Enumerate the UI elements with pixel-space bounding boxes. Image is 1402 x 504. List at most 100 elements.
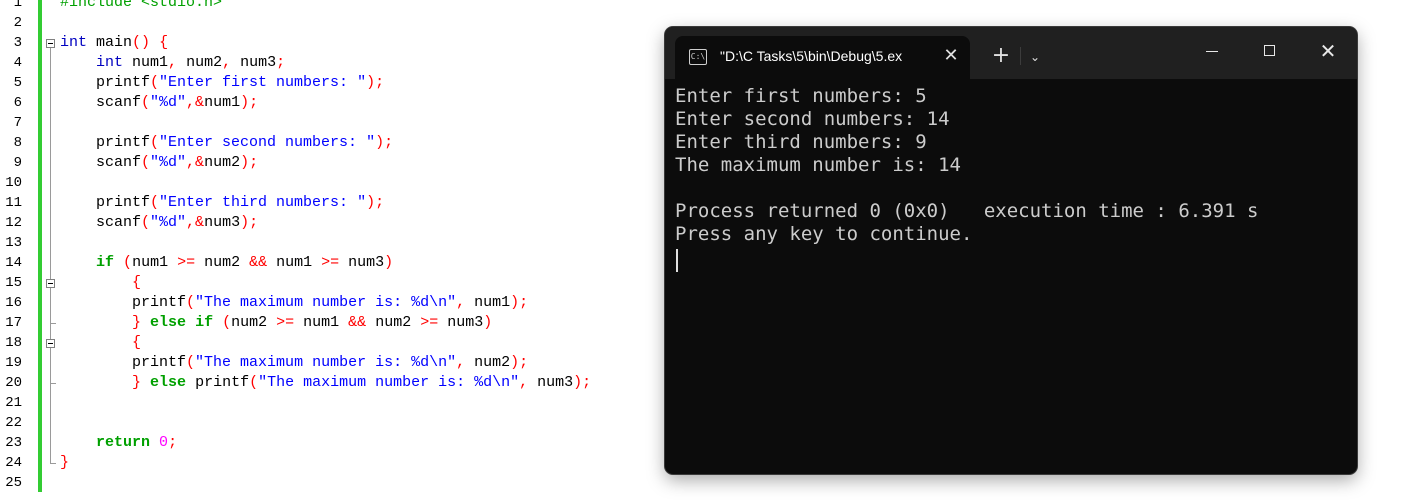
code-token: main [87,34,133,51]
line-number: 6 [13,95,22,111]
code-token: num1 [204,94,241,111]
code-token: ( [141,94,151,111]
code-token: num2 [465,354,511,371]
code-line[interactable]: printf("The maximum number is: %d\n", nu… [60,293,528,313]
code-line[interactable]: int main() { [60,33,168,53]
code-line[interactable]: #include <stdio.h> [60,0,222,13]
code-token: ,& [186,214,205,231]
code-token: ); [240,214,259,231]
fold-toggle-icon[interactable] [46,279,55,288]
code-line[interactable]: printf("Enter third numbers: "); [60,193,384,213]
code-token: , [168,54,178,71]
code-token: ; [168,434,178,451]
text-cursor [676,249,678,272]
code-token: scanf [60,94,142,111]
code-token: "Enter third numbers: " [159,194,367,211]
code-line[interactable]: scanf("%d",&num3); [60,213,258,233]
code-token: () [132,34,151,51]
code-token: scanf [60,214,142,231]
terminal-tab[interactable]: C:\ "D:\C Tasks\5\bin\Debug\5.ex ✕ [675,36,970,79]
fold-guide [50,288,51,323]
code-token: ( [249,374,259,391]
output-line: Enter second numbers: 14 [675,108,950,130]
code-line[interactable]: printf("The maximum number is: %d\n", nu… [60,353,528,373]
code-token: ( [186,354,196,371]
code-token: 0 [159,434,169,451]
code-token: num2 [177,54,223,71]
new-tab-button[interactable]: + [990,45,1012,67]
code-token: ; [276,54,286,71]
code-token: num1 [123,54,169,71]
code-token: num2 [195,254,250,271]
code-token: num1 [132,254,178,271]
code-token: "%d" [150,214,187,231]
line-number: 18 [5,335,22,351]
terminal-titlebar[interactable]: C:\ "D:\C Tasks\5\bin\Debug\5.ex ✕ + ⌄ ✕ [665,27,1357,79]
code-token: printf [186,374,250,391]
code-token: ,& [186,154,205,171]
code-line[interactable]: printf("Enter second numbers: "); [60,133,393,153]
code-token: && [348,314,367,331]
line-number: 25 [5,475,22,491]
fold-toggle-icon[interactable] [46,339,55,348]
code-token: } [132,314,142,331]
code-line[interactable]: { [60,273,141,293]
code-token: num3 [339,254,385,271]
code-line[interactable]: } [60,453,69,473]
code-line[interactable]: int num1, num2, num3; [60,53,285,73]
terminal-output[interactable]: Enter first numbers: 5 Enter second numb… [675,85,1345,465]
code-token: ); [573,374,592,391]
line-number: 19 [5,355,22,371]
maximize-icon [1264,45,1275,56]
code-token: int [60,34,88,51]
code-token: ( [150,194,160,211]
minimize-button[interactable] [1183,27,1241,75]
code-token: ( [150,74,160,91]
fold-guide [50,348,51,383]
output-line: Press any key to continue. [675,223,973,245]
code-token: ); [510,354,529,371]
line-number: 12 [5,215,22,231]
close-button[interactable]: ✕ [1299,27,1357,75]
line-number: 4 [13,55,22,71]
code-token: num1 [294,314,349,331]
code-token: ); [510,294,529,311]
code-line[interactable]: scanf("%d",&num2); [60,153,258,173]
tab-close-icon[interactable]: ✕ [941,46,961,66]
line-number: 14 [5,255,22,271]
code-token: "Enter second numbers: " [159,134,376,151]
line-number: 15 [5,275,22,291]
code-line[interactable]: if (num1 >= num2 && num1 >= num3) [60,253,393,273]
code-token: , [456,294,466,311]
maximize-button[interactable] [1241,27,1299,75]
code-token: num3 [204,214,241,231]
code-line[interactable]: } else if (num2 >= num1 && num2 >= num3) [60,313,492,333]
line-number-gutter: 1 2 3 4 5 6 7 8 9 10 11 12 13 14 15 16 17 18 19 20 21 22 23 24 2… [0,0,40,504]
titlebar-divider [1020,47,1021,65]
code-token: , [222,54,232,71]
line-number: 23 [5,435,22,451]
code-token: num3 [528,374,574,391]
code-token: >= [321,254,340,271]
chevron-down-icon[interactable]: ⌄ [1025,47,1045,67]
fold-toggle-icon[interactable] [46,39,55,48]
code-line[interactable]: { [60,333,141,353]
code-token: ) [384,254,394,271]
minimize-icon [1206,51,1218,52]
code-token: , [519,374,529,391]
code-line[interactable]: } else printf("The maximum number is: %d… [60,373,591,393]
code-line[interactable]: return 0; [60,433,177,453]
code-token: >= [276,314,295,331]
terminal-window[interactable]: C:\ "D:\C Tasks\5\bin\Debug\5.ex ✕ + ⌄ ✕… [665,27,1357,474]
code-line[interactable]: printf("Enter first numbers: "); [60,73,384,93]
code-line[interactable]: scanf("%d",&num1); [60,93,258,113]
